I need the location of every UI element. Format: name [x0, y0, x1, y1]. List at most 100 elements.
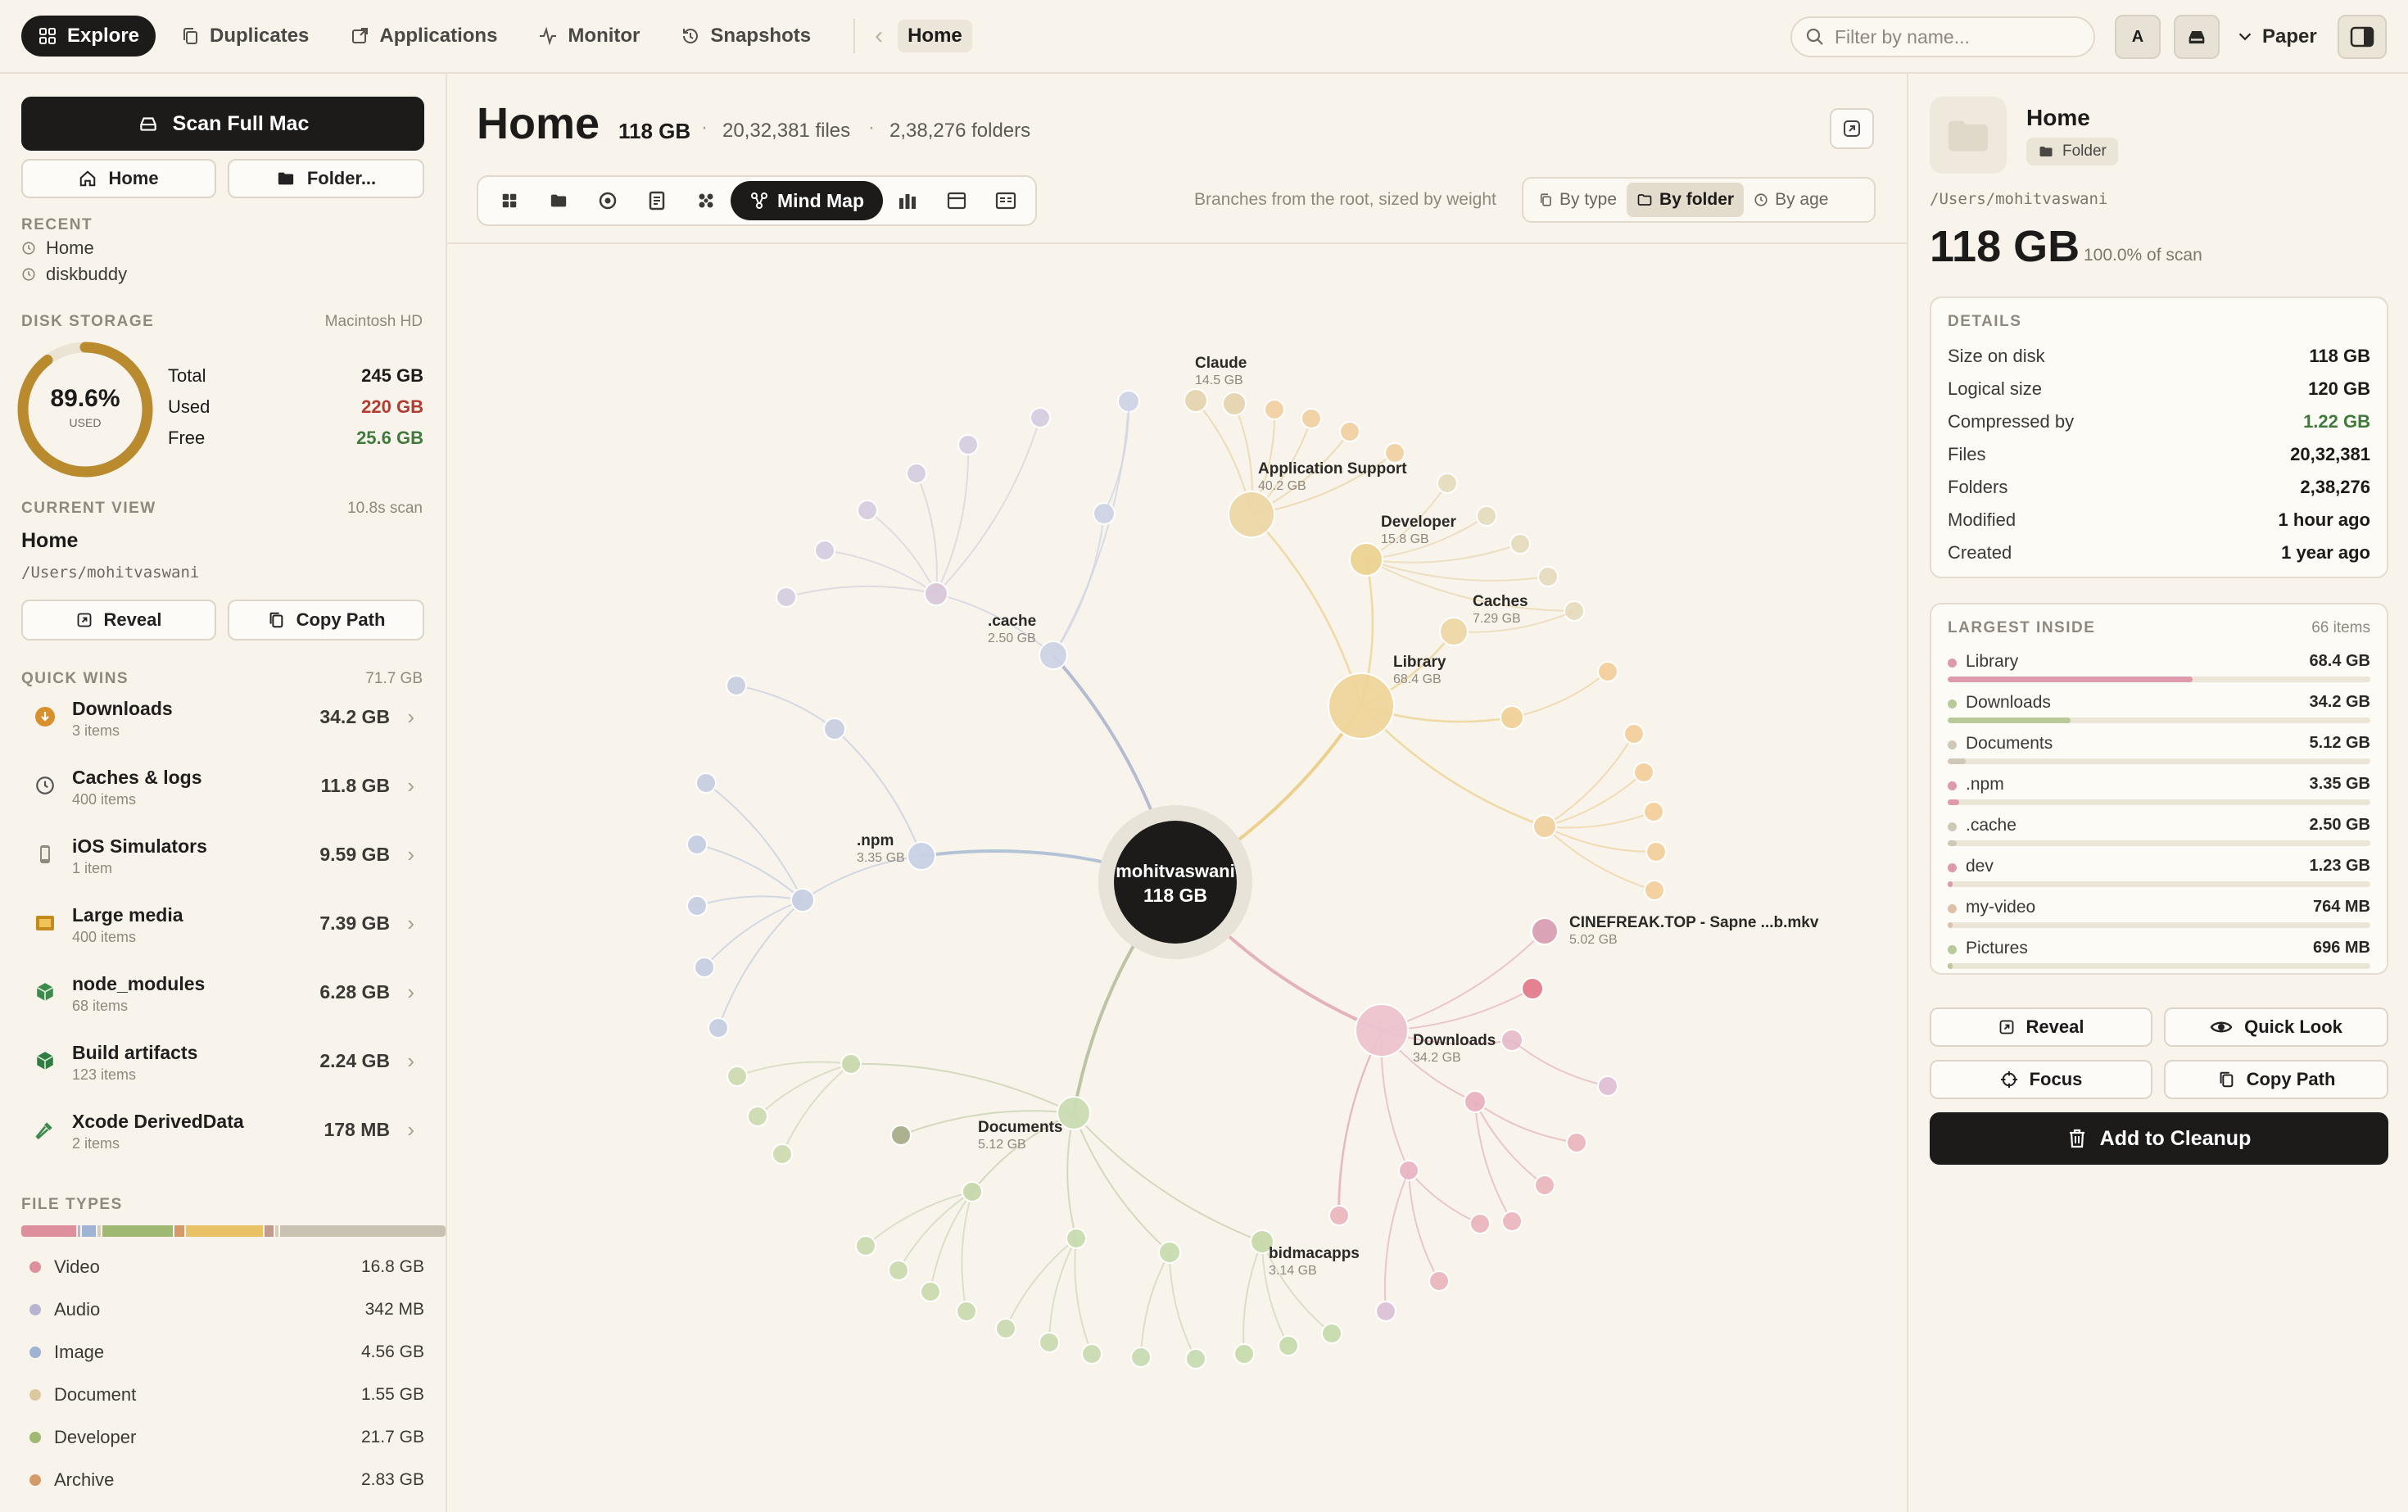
chevron-left-icon[interactable]: ‹: [875, 22, 883, 50]
mind-map-node[interactable]: [1537, 566, 1559, 587]
mind-map-node[interactable]: [1476, 505, 1497, 527]
mind-map-node[interactable]: [1469, 1213, 1491, 1234]
recent-item[interactable]: diskbuddy: [21, 264, 127, 285]
mind-map-node[interactable]: [1510, 533, 1531, 555]
mind-map-canvas[interactable]: mohitvaswani 118 GB Claude 14.5 GB Applicati…: [447, 242, 1907, 1512]
toggle-inspector-button[interactable]: [2338, 15, 2387, 59]
largest-item[interactable]: dev 1.23 GB: [1948, 855, 2370, 896]
search-field[interactable]: [1790, 16, 2095, 57]
mind-map-node[interactable]: [1301, 408, 1322, 429]
mind-map-node[interactable]: [840, 1053, 862, 1075]
mind-map-node[interactable]: [790, 888, 815, 912]
inspector-copy-path-button[interactable]: Copy Path: [2164, 1060, 2388, 1099]
mind-map-node[interactable]: [1278, 1335, 1299, 1356]
tab-applications[interactable]: Applications: [333, 16, 514, 57]
view-bars-button[interactable]: [883, 181, 932, 220]
mind-map-node[interactable]: [1222, 392, 1247, 416]
mind-map-svg[interactable]: mohitvaswani 118 GB Claude14.5 GB Applicati…: [447, 244, 1907, 1512]
quick-win-item[interactable]: Build artifacts 123 items 2.24 GB ›: [21, 1035, 424, 1104]
quick-look-button[interactable]: Quick Look: [2164, 1007, 2388, 1047]
mind-map-node[interactable]: [1328, 1205, 1350, 1226]
mind-map-node[interactable]: [776, 586, 797, 608]
largest-item[interactable]: .npm 3.35 GB: [1948, 773, 2370, 814]
mind-map-node[interactable]: [1185, 1348, 1206, 1369]
mind-map-node[interactable]: [1633, 762, 1654, 783]
mind-map-node[interactable]: [823, 718, 846, 740]
mind-map-node[interactable]: [1184, 388, 1208, 413]
mind-map-node[interactable]: [1597, 1075, 1618, 1097]
mind-map-node[interactable]: [694, 957, 715, 978]
mind-map-node[interactable]: [1066, 1228, 1087, 1249]
by-folder-button[interactable]: By folder: [1627, 183, 1745, 217]
search-input[interactable]: [1835, 25, 2080, 48]
focus-button[interactable]: Focus: [1930, 1060, 2152, 1099]
mind-map-node[interactable]: [1437, 473, 1458, 494]
quick-win-item[interactable]: Xcode DerivedData 2 items 178 MB ›: [21, 1104, 424, 1173]
quick-win-item[interactable]: node_modules 68 items 6.28 GB ›: [21, 967, 424, 1035]
mind-map-node[interactable]: [1158, 1241, 1181, 1264]
largest-item[interactable]: Downloads 34.2 GB: [1948, 691, 2370, 732]
mind-map-node[interactable]: [857, 500, 878, 521]
view-list-button[interactable]: [981, 181, 1030, 220]
inspector-reveal-button[interactable]: Reveal: [1930, 1007, 2152, 1047]
mind-map-node[interactable]: [1500, 705, 1524, 730]
mind-map-node[interactable]: [1349, 542, 1383, 577]
mind-map-node[interactable]: [1264, 399, 1285, 420]
tab-duplicates[interactable]: Duplicates: [164, 16, 325, 57]
mind-map-node[interactable]: [1355, 1003, 1409, 1057]
mind-map-node[interactable]: [814, 540, 835, 561]
largest-item[interactable]: Library 68.4 GB: [1948, 650, 2370, 691]
mind-map-node[interactable]: [726, 1066, 748, 1087]
mind-map-node[interactable]: [708, 1017, 729, 1039]
largest-item[interactable]: Pictures 696 MB: [1948, 937, 2370, 978]
copy-path-button[interactable]: Copy Path: [228, 600, 424, 641]
file-type-row[interactable]: Audio 342 MB: [21, 1296, 424, 1324]
mind-map-node[interactable]: [695, 772, 717, 794]
mind-map-node[interactable]: [686, 895, 708, 917]
mind-map-node[interactable]: [686, 834, 708, 855]
mind-map-node[interactable]: [1428, 1270, 1450, 1292]
mind-map-node[interactable]: [1501, 1211, 1523, 1232]
by-type-button[interactable]: By type: [1528, 183, 1627, 217]
mind-map-node[interactable]: [1534, 1175, 1555, 1196]
file-type-row[interactable]: Document 1.55 GB: [21, 1381, 424, 1409]
avatar-button[interactable]: A: [2115, 15, 2161, 59]
mind-map-node[interactable]: [1039, 641, 1068, 670]
view-treemap-button[interactable]: [485, 181, 534, 220]
mind-map-node[interactable]: [1566, 1132, 1587, 1153]
mind-map-node[interactable]: [747, 1106, 768, 1127]
mind-map-node[interactable]: [1321, 1323, 1342, 1344]
mind-map-node[interactable]: [772, 1143, 793, 1165]
mind-map-node[interactable]: [1328, 672, 1395, 740]
mind-map-node[interactable]: [1130, 1347, 1152, 1368]
quick-win-item[interactable]: Large media 400 items 7.39 GB ›: [21, 898, 424, 967]
file-type-row[interactable]: Archive 2.83 GB: [21, 1466, 424, 1494]
largest-item[interactable]: Documents 5.12 GB: [1948, 732, 2370, 773]
theme-selector[interactable]: Paper: [2236, 15, 2317, 59]
view-folders-button[interactable]: [534, 181, 583, 220]
mind-map-node[interactable]: [1233, 1343, 1255, 1365]
file-type-row[interactable]: Developer 21.7 GB: [21, 1424, 424, 1451]
mind-map-node[interactable]: [995, 1318, 1016, 1339]
mind-map-node[interactable]: [1644, 880, 1665, 901]
home-button[interactable]: Home: [21, 159, 216, 198]
recent-item[interactable]: Home: [21, 238, 94, 259]
file-type-row[interactable]: Image 4.56 GB: [21, 1338, 424, 1366]
mind-map-node[interactable]: [1531, 917, 1559, 945]
quick-win-item[interactable]: iOS Simulators 1 item 9.59 GB ›: [21, 829, 424, 898]
mind-map-node[interactable]: [890, 1125, 912, 1146]
breadcrumb[interactable]: Home: [898, 20, 972, 52]
mind-map-root[interactable]: [1114, 821, 1237, 944]
by-age-button[interactable]: By age: [1744, 183, 1838, 217]
view-table-button[interactable]: [932, 181, 981, 220]
mind-map-node[interactable]: [1375, 1301, 1396, 1322]
mind-map-node[interactable]: [855, 1235, 876, 1256]
mind-map-node[interactable]: [1228, 491, 1275, 538]
mind-map-node[interactable]: [1532, 814, 1557, 839]
mind-map-node[interactable]: [1623, 723, 1645, 745]
view-bubbles-button[interactable]: [681, 181, 731, 220]
mind-map-node[interactable]: [906, 463, 927, 484]
add-to-cleanup-button[interactable]: Add to Cleanup: [1930, 1112, 2388, 1165]
mind-map-node[interactable]: [920, 1281, 941, 1302]
mind-map-node[interactable]: [962, 1181, 983, 1202]
